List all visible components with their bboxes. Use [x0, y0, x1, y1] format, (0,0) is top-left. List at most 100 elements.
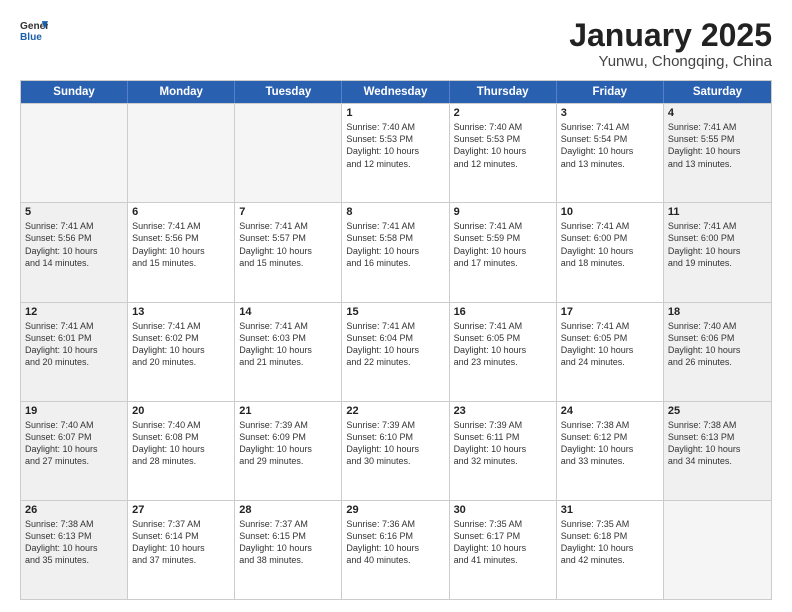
header-day-wednesday: Wednesday [342, 81, 449, 103]
day-cell-11: 11Sunrise: 7:41 AM Sunset: 6:00 PM Dayli… [664, 203, 771, 301]
day-number: 5 [25, 206, 123, 218]
day-cell-29: 29 Sunrise: 7:36 AM Sunset: 6:16 PM Dayli… [342, 501, 449, 599]
day-cell-20: 20 Sunrise: 7:40 AM Sunset: 6:08 PM Dayli… [128, 402, 235, 500]
day-cell-17: 17Sunrise: 7:41 AM Sunset: 6:05 PM Dayli… [557, 303, 664, 401]
day-number: 20 [132, 405, 230, 417]
empty-cell [235, 104, 342, 202]
header-day-thursday: Thursday [450, 81, 557, 103]
calendar: SundayMondayTuesdayWednesdayThursdayFrid… [20, 80, 772, 600]
calendar-row-3: 19 Sunrise: 7:40 AM Sunset: 6:07 PM Dayli… [21, 401, 771, 500]
day-number: 21 [239, 405, 337, 417]
day-number: 7 [239, 206, 337, 218]
day-cell-12: 12Sunrise: 7:41 AM Sunset: 6:01 PM Dayli… [21, 303, 128, 401]
day-number: 15 [346, 306, 444, 318]
day-cell-14: 14 Sunrise: 7:41 AM Sunset: 6:03 PM Dayli… [235, 303, 342, 401]
calendar-row-1: 5 Sunrise: 7:41 AM Sunset: 5:56 PM Daylig… [21, 202, 771, 301]
day-cell-21: 21 Sunrise: 7:39 AM Sunset: 6:09 PM Dayli… [235, 402, 342, 500]
day-cell-3: 3 Sunrise: 7:41 AM Sunset: 5:54 PM Daylig… [557, 104, 664, 202]
empty-cell [21, 104, 128, 202]
cell-info: Sunrise: 7:41 AM Sunset: 5:55 PM Dayligh… [668, 121, 767, 170]
day-cell-5: 5 Sunrise: 7:41 AM Sunset: 5:56 PM Daylig… [21, 203, 128, 301]
cell-info: Sunrise: 7:41 AM Sunset: 6:05 PM Dayligh… [454, 320, 552, 369]
day-number: 12 [25, 306, 123, 318]
cell-info: Sunrise: 7:38 AM Sunset: 6:13 PM Dayligh… [668, 419, 767, 468]
day-cell-31: 31 Sunrise: 7:35 AM Sunset: 6:18 PM Dayli… [557, 501, 664, 599]
day-cell-16: 16 Sunrise: 7:41 AM Sunset: 6:05 PM Dayli… [450, 303, 557, 401]
svg-text:Blue: Blue [20, 32, 42, 43]
header-day-sunday: Sunday [21, 81, 128, 103]
day-number: 1 [346, 107, 444, 119]
title-block: January 2025 Yunwu, Chongqing, China [569, 18, 772, 70]
header-day-friday: Friday [557, 81, 664, 103]
day-cell-26: 26Sunrise: 7:38 AM Sunset: 6:13 PM Dayli… [21, 501, 128, 599]
day-cell-2: 2 Sunrise: 7:40 AM Sunset: 5:53 PM Daylig… [450, 104, 557, 202]
cell-info: Sunrise: 7:41 AM Sunset: 5:57 PM Dayligh… [239, 220, 337, 269]
day-number: 10 [561, 206, 659, 218]
day-cell-15: 15 Sunrise: 7:41 AM Sunset: 6:04 PM Dayli… [342, 303, 449, 401]
day-cell-13: 13 Sunrise: 7:41 AM Sunset: 6:02 PM Dayli… [128, 303, 235, 401]
cell-info: Sunrise: 7:41 AM Sunset: 5:56 PM Dayligh… [132, 220, 230, 269]
cell-info: Sunrise: 7:38 AM Sunset: 6:13 PM Dayligh… [25, 518, 123, 567]
day-cell-28: 28 Sunrise: 7:37 AM Sunset: 6:15 PM Dayli… [235, 501, 342, 599]
cell-info: Sunrise: 7:37 AM Sunset: 6:15 PM Dayligh… [239, 518, 337, 567]
cell-info: Sunrise: 7:39 AM Sunset: 6:10 PM Dayligh… [346, 419, 444, 468]
cell-info: Sunrise: 7:40 AM Sunset: 5:53 PM Dayligh… [454, 121, 552, 170]
day-cell-7: 7 Sunrise: 7:41 AM Sunset: 5:57 PM Daylig… [235, 203, 342, 301]
day-cell-24: 24Sunrise: 7:38 AM Sunset: 6:12 PM Dayli… [557, 402, 664, 500]
day-cell-27: 27 Sunrise: 7:37 AM Sunset: 6:14 PM Dayli… [128, 501, 235, 599]
cell-info: Sunrise: 7:40 AM Sunset: 6:08 PM Dayligh… [132, 419, 230, 468]
cell-info: Sunrise: 7:41 AM Sunset: 6:04 PM Dayligh… [346, 320, 444, 369]
cell-info: Sunrise: 7:41 AM Sunset: 5:56 PM Dayligh… [25, 220, 123, 269]
day-number: 30 [454, 504, 552, 516]
cell-info: Sunrise: 7:36 AM Sunset: 6:16 PM Dayligh… [346, 518, 444, 567]
cell-info: Sunrise: 7:37 AM Sunset: 6:14 PM Dayligh… [132, 518, 230, 567]
day-number: 16 [454, 306, 552, 318]
day-number: 4 [668, 107, 767, 119]
day-cell-6: 6 Sunrise: 7:41 AM Sunset: 5:56 PM Daylig… [128, 203, 235, 301]
day-cell-1: 1Sunrise: 7:40 AM Sunset: 5:53 PM Daylig… [342, 104, 449, 202]
calendar-row-4: 26Sunrise: 7:38 AM Sunset: 6:13 PM Dayli… [21, 500, 771, 599]
day-cell-18: 18Sunrise: 7:40 AM Sunset: 6:06 PM Dayli… [664, 303, 771, 401]
cell-info: Sunrise: 7:41 AM Sunset: 6:03 PM Dayligh… [239, 320, 337, 369]
day-number: 18 [668, 306, 767, 318]
empty-cell [664, 501, 771, 599]
day-cell-25: 25 Sunrise: 7:38 AM Sunset: 6:13 PM Dayli… [664, 402, 771, 500]
cell-info: Sunrise: 7:35 AM Sunset: 6:17 PM Dayligh… [454, 518, 552, 567]
day-number: 22 [346, 405, 444, 417]
cell-info: Sunrise: 7:39 AM Sunset: 6:11 PM Dayligh… [454, 419, 552, 468]
cell-info: Sunrise: 7:35 AM Sunset: 6:18 PM Dayligh… [561, 518, 659, 567]
cell-info: Sunrise: 7:40 AM Sunset: 6:07 PM Dayligh… [25, 419, 123, 468]
logo: General Blue [20, 18, 48, 46]
day-number: 27 [132, 504, 230, 516]
cell-info: Sunrise: 7:41 AM Sunset: 6:00 PM Dayligh… [561, 220, 659, 269]
day-number: 28 [239, 504, 337, 516]
day-number: 3 [561, 107, 659, 119]
month-title: January 2025 [569, 18, 772, 53]
logo-icon: General Blue [20, 18, 48, 46]
day-number: 8 [346, 206, 444, 218]
header: General Blue January 2025 Yunwu, Chongqi… [20, 18, 772, 70]
cell-info: Sunrise: 7:41 AM Sunset: 5:58 PM Dayligh… [346, 220, 444, 269]
day-number: 23 [454, 405, 552, 417]
calendar-header: SundayMondayTuesdayWednesdayThursdayFrid… [21, 81, 771, 103]
header-day-saturday: Saturday [664, 81, 771, 103]
day-number: 19 [25, 405, 123, 417]
day-number: 24 [561, 405, 659, 417]
day-number: 29 [346, 504, 444, 516]
cell-info: Sunrise: 7:41 AM Sunset: 6:02 PM Dayligh… [132, 320, 230, 369]
day-number: 13 [132, 306, 230, 318]
day-number: 31 [561, 504, 659, 516]
day-cell-4: 4 Sunrise: 7:41 AM Sunset: 5:55 PM Daylig… [664, 104, 771, 202]
day-number: 6 [132, 206, 230, 218]
day-number: 2 [454, 107, 552, 119]
calendar-row-2: 12Sunrise: 7:41 AM Sunset: 6:01 PM Dayli… [21, 302, 771, 401]
day-number: 14 [239, 306, 337, 318]
day-number: 25 [668, 405, 767, 417]
cell-info: Sunrise: 7:39 AM Sunset: 6:09 PM Dayligh… [239, 419, 337, 468]
day-cell-22: 22 Sunrise: 7:39 AM Sunset: 6:10 PM Dayli… [342, 402, 449, 500]
day-number: 11 [668, 206, 767, 218]
calendar-body: 1 Sunrise: 7:40 AM Sunset: 5:53 PM Daylig… [21, 103, 771, 599]
header-day-tuesday: Tuesday [235, 81, 342, 103]
cell-info: Sunrise: 7:41 AM Sunset: 5:54 PM Dayligh… [561, 121, 659, 170]
day-cell-10: 10 Sunrise: 7:41 AM Sunset: 6:00 PM Dayli… [557, 203, 664, 301]
